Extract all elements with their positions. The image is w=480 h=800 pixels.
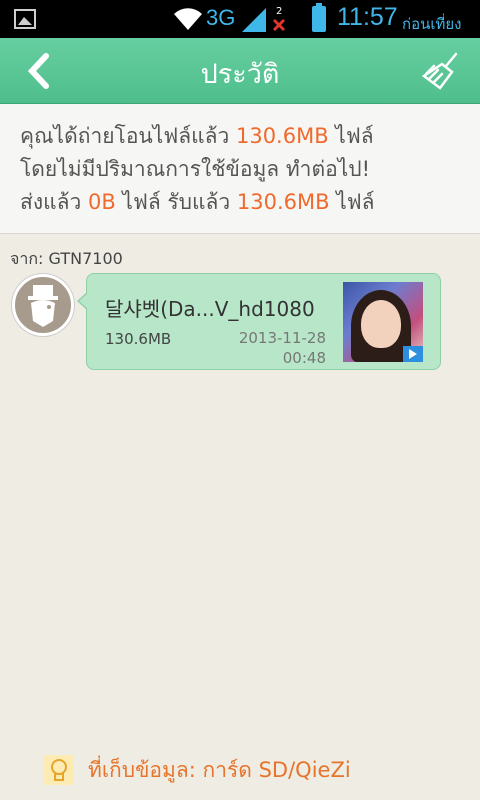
status-bar: 3G 2 11:57 ก่อนเที่ยง	[0, 0, 480, 38]
summary-line-2: โดยไม่มีปริมาณการใช้ข้อมูล ทำต่อไป!	[20, 157, 371, 181]
lightbulb-icon	[44, 755, 74, 785]
summary-line-1: คุณได้ถ่ายโอนไฟล์แล้ว 130.6MB ไฟล์	[20, 124, 374, 148]
transferred-total: 130.6MB	[235, 124, 329, 148]
network-type: 3G	[206, 5, 236, 30]
page-title: ประวัติ	[200, 59, 280, 90]
file-name: 달샤벳(Da...V_hd1080	[105, 297, 315, 321]
sender-label: จาก: GTN7100	[10, 249, 123, 268]
svg-text:2: 2	[276, 6, 282, 17]
file-history-item[interactable]: 달샤벳(Da...V_hd1080 130.6MB 2013-11-28 00:…	[77, 273, 441, 370]
video-thumbnail[interactable]	[343, 282, 423, 362]
broom-icon	[421, 52, 458, 90]
file-date: 2013-11-28	[238, 329, 326, 347]
file-time: 00:48	[282, 349, 326, 367]
play-icon	[403, 346, 423, 362]
clock: 11:57	[337, 3, 398, 31]
sim2-missing-icon: 2	[272, 6, 286, 32]
storage-location[interactable]: ที่เก็บข้อมูล: การ์ด SD/QieZi	[44, 752, 351, 788]
transfer-summary: คุณได้ถ่ายโอนไฟล์แล้ว 130.6MB ไฟล์ โดยไม…	[0, 104, 480, 234]
clock-ampm: ก่อนเที่ยง	[402, 15, 462, 33]
received-total: 130.6MB	[236, 190, 330, 214]
summary-line-3: ส่งแล้ว 0B ไฟล์ รับแล้ว 130.6MB ไฟล์	[20, 190, 375, 214]
sent-total: 0B	[87, 190, 116, 214]
wifi-icon	[174, 8, 202, 30]
gentleman-avatar-icon	[28, 285, 58, 327]
file-size: 130.6MB	[105, 330, 172, 348]
clear-history-button[interactable]	[420, 50, 466, 92]
app-header: ประวัติ	[0, 38, 480, 104]
battery-icon	[312, 3, 326, 32]
storage-label: ที่เก็บข้อมูล: การ์ด SD/QieZi	[88, 757, 351, 782]
signal-icon	[242, 8, 266, 32]
gallery-icon	[14, 9, 36, 29]
avatar	[12, 274, 74, 336]
